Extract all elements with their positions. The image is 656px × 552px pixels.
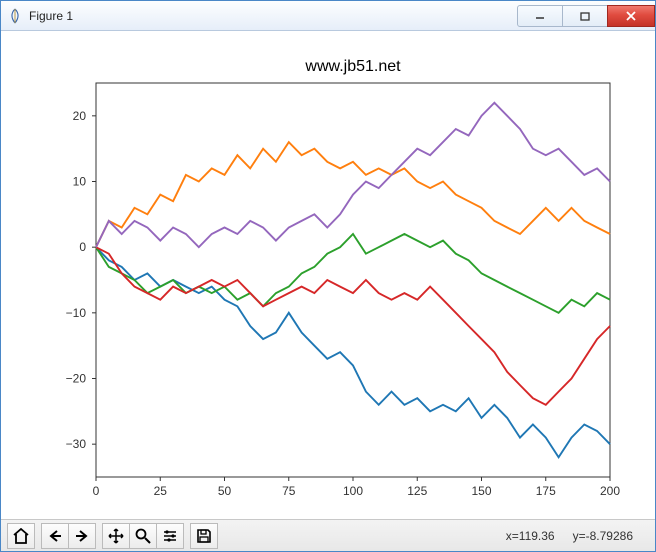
window-title: Figure 1 — [29, 9, 73, 23]
sliders-icon — [162, 529, 178, 543]
titlebar[interactable]: Figure 1 — [1, 1, 655, 31]
close-button[interactable] — [607, 5, 655, 27]
back-button[interactable] — [41, 523, 69, 549]
client-area: www.jb51.net 0255075100125150175200 −30−… — [1, 31, 655, 551]
svg-text:25: 25 — [154, 484, 168, 498]
save-button[interactable] — [190, 523, 218, 549]
home-icon — [12, 528, 30, 544]
svg-text:200: 200 — [600, 484, 620, 498]
series-s5_purple — [96, 103, 610, 248]
app-icon — [7, 8, 23, 24]
svg-text:125: 125 — [407, 484, 427, 498]
cursor-x: x=119.36 — [506, 529, 555, 543]
svg-text:175: 175 — [536, 484, 556, 498]
series-s4_red — [96, 247, 610, 405]
maximize-button[interactable] — [562, 5, 608, 27]
svg-text:50: 50 — [218, 484, 232, 498]
svg-text:150: 150 — [471, 484, 491, 498]
svg-text:0: 0 — [93, 484, 100, 498]
svg-text:75: 75 — [282, 484, 296, 498]
arrow-right-icon — [74, 529, 90, 543]
save-icon — [196, 528, 212, 544]
minimize-button[interactable] — [517, 5, 563, 27]
svg-text:−20: −20 — [66, 372, 87, 386]
arrow-left-icon — [47, 529, 63, 543]
svg-text:100: 100 — [343, 484, 363, 498]
configure-button[interactable] — [156, 523, 184, 549]
series-s3_green — [96, 234, 610, 313]
forward-button[interactable] — [68, 523, 96, 549]
cursor-position: x=119.36 y=-8.79286 — [506, 529, 649, 543]
svg-text:−30: −30 — [66, 437, 87, 451]
home-button[interactable] — [7, 523, 35, 549]
pan-button[interactable] — [102, 523, 130, 549]
svg-text:−10: −10 — [66, 306, 87, 320]
move-icon — [108, 528, 124, 544]
y-axis: −30 −20 −10 0 10 20 — [66, 109, 96, 451]
cursor-y: y=-8.79286 — [573, 529, 633, 543]
nav-toolbar: x=119.36 y=-8.79286 — [1, 519, 655, 551]
svg-text:20: 20 — [73, 109, 87, 123]
x-axis: 0 25 50 75 100 125 150 175 200 — [93, 477, 621, 498]
zoom-icon — [135, 528, 151, 544]
zoom-button[interactable] — [129, 523, 157, 549]
app-window: Figure 1 www.jb51.net 025507510012515017… — [0, 0, 656, 552]
svg-text:10: 10 — [73, 175, 87, 189]
figure-canvas[interactable]: www.jb51.net 0255075100125150175200 −30−… — [7, 37, 649, 515]
chart-title: www.jb51.net — [304, 58, 401, 75]
plot-lines — [96, 103, 610, 458]
chart-svg: www.jb51.net 0255075100125150175200 −30−… — [7, 37, 649, 515]
svg-text:0: 0 — [79, 240, 86, 254]
series-s1_blue — [96, 247, 610, 457]
